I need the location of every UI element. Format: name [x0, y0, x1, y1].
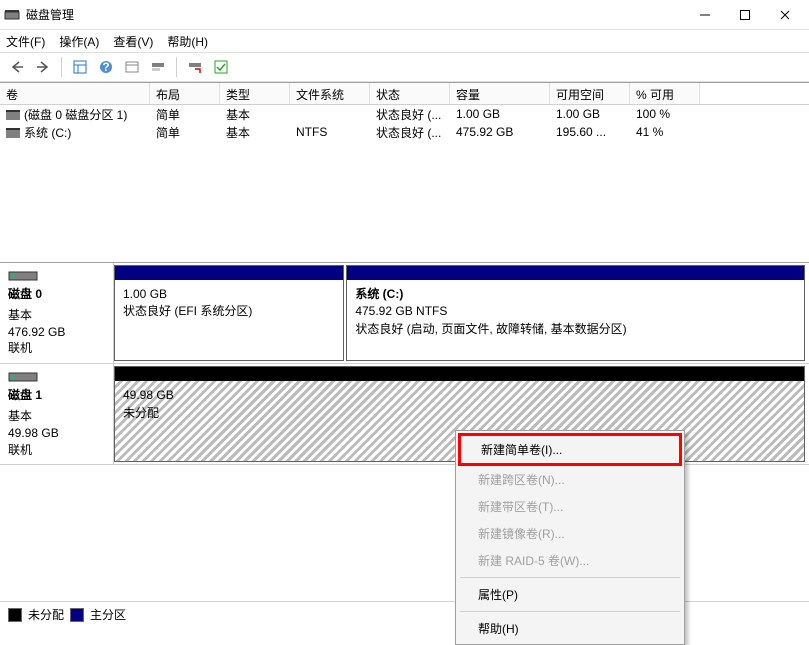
volume-status: 状态良好 (...	[370, 105, 450, 124]
legend-primary: 主分区	[90, 606, 126, 623]
disk-icon	[8, 269, 38, 283]
menu-help[interactable]: 帮助(H)	[458, 615, 682, 642]
maximize-button[interactable]	[725, 1, 765, 29]
view-settings-button[interactable]	[69, 56, 91, 78]
svg-text:?: ?	[102, 60, 109, 74]
volume-fs	[290, 113, 370, 115]
app-icon	[4, 7, 20, 23]
part-size: 1.00 GB	[123, 286, 335, 303]
col-pctfree[interactable]: % 可用	[630, 83, 700, 104]
partition-system-c[interactable]: 系统 (C:) 475.92 GB NTFS 状态良好 (启动, 页面文件, 故…	[346, 265, 805, 361]
volume-capacity: 475.92 GB	[450, 124, 550, 140]
part-size: 475.92 GB NTFS	[355, 303, 796, 320]
menubar: 文件(F) 操作(A) 查看(V) 帮助(H)	[0, 30, 809, 52]
volume-list: 卷 布局 类型 文件系统 状态 容量 可用空间 % 可用 (磁盘 0 磁盘分区 …	[0, 82, 809, 141]
drive-icon	[6, 110, 20, 120]
disk-kind: 基本	[8, 408, 105, 425]
part-size: 49.98 GB	[123, 387, 796, 404]
window-title: 磁盘管理	[26, 6, 685, 23]
volume-capacity: 1.00 GB	[450, 106, 550, 122]
volume-row[interactable]: 系统 (C:) 简单 基本 NTFS 状态良好 (... 475.92 GB 1…	[0, 123, 809, 141]
volume-fs: NTFS	[290, 124, 370, 140]
menu-view[interactable]: 查看(V)	[113, 33, 153, 50]
drive-icon	[6, 128, 20, 138]
options-button[interactable]	[210, 56, 232, 78]
disk-row: 磁盘 0 基本 476.92 GB 联机 1.00 GB 状态良好 (EFI 系…	[0, 263, 809, 364]
menu-new-spanned-volume: 新建跨区卷(N)...	[458, 466, 682, 493]
part-status: 状态良好 (启动, 页面文件, 故障转储, 基本数据分区)	[355, 321, 796, 338]
volume-status: 状态良好 (...	[370, 123, 450, 142]
legend: 未分配 主分区	[0, 601, 809, 627]
forward-button[interactable]	[32, 56, 54, 78]
col-status[interactable]: 状态	[370, 83, 450, 104]
col-layout[interactable]: 布局	[150, 83, 220, 104]
disk-list-button[interactable]	[147, 56, 169, 78]
disk-size: 49.98 GB	[8, 425, 105, 442]
volume-free: 1.00 GB	[550, 106, 630, 122]
disk-panel: 磁盘 0 基本 476.92 GB 联机 1.00 GB 状态良好 (EFI 系…	[0, 262, 809, 465]
disk-size: 476.92 GB	[8, 324, 105, 341]
disk-icon	[8, 370, 38, 384]
back-button[interactable]	[6, 56, 28, 78]
menu-new-raid5-volume: 新建 RAID-5 卷(W)...	[458, 547, 682, 574]
volume-name: 系统 (C:)	[24, 126, 71, 140]
part-status: 未分配	[123, 405, 796, 422]
disk-name: 磁盘 0	[8, 286, 105, 303]
refresh-button[interactable]	[121, 56, 143, 78]
menu-separator	[460, 611, 680, 612]
menu-file[interactable]: 文件(F)	[6, 33, 45, 50]
volume-layout: 简单	[150, 105, 220, 124]
col-filesystem[interactable]: 文件系统	[290, 83, 370, 104]
menu-new-mirrored-volume: 新建镜像卷(R)...	[458, 520, 682, 547]
minimize-button[interactable]	[685, 1, 725, 29]
context-menu: 新建简单卷(I)... 新建跨区卷(N)... 新建带区卷(T)... 新建镜像…	[455, 430, 685, 645]
volume-pct: 41 %	[630, 124, 700, 140]
col-type[interactable]: 类型	[220, 83, 290, 104]
volume-pct: 100 %	[630, 106, 700, 122]
properties-button[interactable]	[184, 56, 206, 78]
menu-properties[interactable]: 属性(P)	[458, 581, 682, 608]
swatch-primary	[70, 608, 84, 622]
disk-name: 磁盘 1	[8, 387, 105, 404]
disk-label[interactable]: 磁盘 0 基本 476.92 GB 联机	[0, 263, 114, 363]
part-status: 状态良好 (EFI 系统分区)	[123, 303, 335, 320]
help-icon-button[interactable]: ?	[95, 56, 117, 78]
volume-type: 基本	[220, 123, 290, 142]
menu-action[interactable]: 操作(A)	[59, 33, 99, 50]
volume-row[interactable]: (磁盘 0 磁盘分区 1) 简单 基本 状态良好 (... 1.00 GB 1.…	[0, 105, 809, 123]
volume-name: (磁盘 0 磁盘分区 1)	[24, 108, 127, 122]
col-free[interactable]: 可用空间	[550, 83, 630, 104]
volume-free: 195.60 ...	[550, 124, 630, 140]
menu-new-striped-volume: 新建带区卷(T)...	[458, 493, 682, 520]
swatch-unallocated	[8, 608, 22, 622]
partition-efi[interactable]: 1.00 GB 状态良好 (EFI 系统分区)	[114, 265, 344, 361]
volume-list-header: 卷 布局 类型 文件系统 状态 容量 可用空间 % 可用	[0, 83, 809, 105]
toolbar: ?	[0, 52, 809, 82]
col-volume[interactable]: 卷	[0, 83, 150, 104]
disk-row: 磁盘 1 基本 49.98 GB 联机 49.98 GB 未分配	[0, 364, 809, 465]
disk-label[interactable]: 磁盘 1 基本 49.98 GB 联机	[0, 364, 114, 464]
disk-kind: 基本	[8, 307, 105, 324]
volume-layout: 简单	[150, 123, 220, 142]
col-capacity[interactable]: 容量	[450, 83, 550, 104]
volume-type: 基本	[220, 105, 290, 124]
menu-separator	[460, 577, 680, 578]
disk-state: 联机	[8, 442, 105, 459]
legend-unallocated: 未分配	[28, 606, 64, 623]
close-button[interactable]	[765, 1, 805, 29]
menu-help[interactable]: 帮助(H)	[167, 33, 208, 50]
window-titlebar: 磁盘管理	[0, 0, 809, 30]
disk-state: 联机	[8, 340, 105, 357]
menu-new-simple-volume[interactable]: 新建简单卷(I)...	[458, 433, 682, 466]
part-title: 系统 (C:)	[355, 286, 796, 303]
